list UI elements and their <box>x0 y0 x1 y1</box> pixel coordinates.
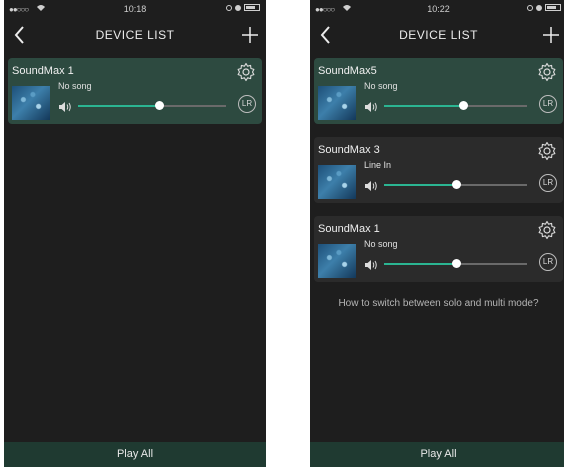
volume-slider-track[interactable] <box>456 184 527 186</box>
nav-bar: DEVICE LIST <box>4 20 266 50</box>
alarm-icon <box>527 4 533 11</box>
device-card[interactable]: SoundMax 3 Line In LR <box>314 137 563 203</box>
device-name: SoundMax 3 <box>318 144 380 156</box>
volume-slider-knob[interactable] <box>459 101 468 110</box>
status-bar: ●●○○○ 10:18 <box>4 0 266 20</box>
song-title: No song <box>364 81 398 91</box>
play-all-button[interactable]: Play All <box>4 442 266 467</box>
song-title: Line In <box>364 160 392 170</box>
volume-speaker-icon[interactable] <box>364 258 378 270</box>
location-icon <box>536 4 542 11</box>
volume-slider-fill <box>384 184 456 186</box>
add-device-plus-icon[interactable] <box>539 22 563 48</box>
album-art-thumbnail <box>318 165 356 199</box>
device-name: SoundMax 1 <box>12 65 74 77</box>
phone-screen-right: ●●○○○ 10:22 DEVICE LIST SoundMax5 No song… <box>310 0 564 467</box>
settings-gear-icon[interactable] <box>537 220 557 240</box>
device-name: SoundMax5 <box>318 65 377 77</box>
volume-speaker-icon[interactable] <box>364 100 378 112</box>
volume-slider-knob[interactable] <box>452 180 461 189</box>
volume-slider[interactable] <box>384 259 527 268</box>
channel-lr-button[interactable]: LR <box>539 174 557 192</box>
volume-slider-fill <box>384 263 456 265</box>
nav-bar: DEVICE LIST <box>310 20 564 50</box>
volume-speaker-icon[interactable] <box>58 100 72 112</box>
device-card[interactable]: SoundMax 1 No song LR <box>8 58 262 124</box>
alarm-icon <box>226 4 232 11</box>
volume-slider-knob[interactable] <box>155 101 164 110</box>
battery-icon <box>244 4 260 11</box>
album-art-thumbnail <box>318 86 356 120</box>
album-art-thumbnail <box>318 244 356 278</box>
song-title: No song <box>58 81 92 91</box>
volume-speaker-icon[interactable] <box>364 179 378 191</box>
volume-slider[interactable] <box>384 180 527 189</box>
page-title: DEVICE LIST <box>399 28 478 42</box>
location-icon <box>235 4 241 11</box>
device-name: SoundMax 1 <box>318 223 380 235</box>
settings-gear-icon[interactable] <box>537 141 557 161</box>
channel-lr-button[interactable]: LR <box>539 253 557 271</box>
channel-lr-button[interactable]: LR <box>238 95 256 113</box>
album-art-thumbnail <box>12 86 50 120</box>
volume-slider-track[interactable] <box>159 105 226 107</box>
page-title: DEVICE LIST <box>95 28 175 42</box>
phone-screen-left: ●●○○○ 10:18 DEVICE LIST SoundMax 1 No son… <box>4 0 266 467</box>
volume-slider[interactable] <box>78 101 226 110</box>
settings-gear-icon[interactable] <box>236 62 256 82</box>
volume-slider-fill <box>384 105 463 107</box>
battery-icon <box>545 4 561 11</box>
volume-slider-fill <box>78 105 159 107</box>
help-link[interactable]: How to switch between solo and multi mod… <box>310 298 564 309</box>
play-all-button[interactable]: Play All <box>310 442 564 467</box>
add-device-plus-icon[interactable] <box>238 22 262 48</box>
volume-slider-knob[interactable] <box>452 259 461 268</box>
settings-gear-icon[interactable] <box>537 62 557 82</box>
volume-slider-track[interactable] <box>456 263 527 265</box>
status-time: 10:22 <box>427 4 450 14</box>
status-bar: ●●○○○ 10:22 <box>310 0 564 20</box>
volume-slider[interactable] <box>384 101 527 110</box>
device-card[interactable]: SoundMax 1 No song LR <box>314 216 563 282</box>
channel-lr-button[interactable]: LR <box>539 95 557 113</box>
device-card[interactable]: SoundMax5 No song LR <box>314 58 563 124</box>
volume-slider-track[interactable] <box>463 105 527 107</box>
song-title: No song <box>364 239 398 249</box>
